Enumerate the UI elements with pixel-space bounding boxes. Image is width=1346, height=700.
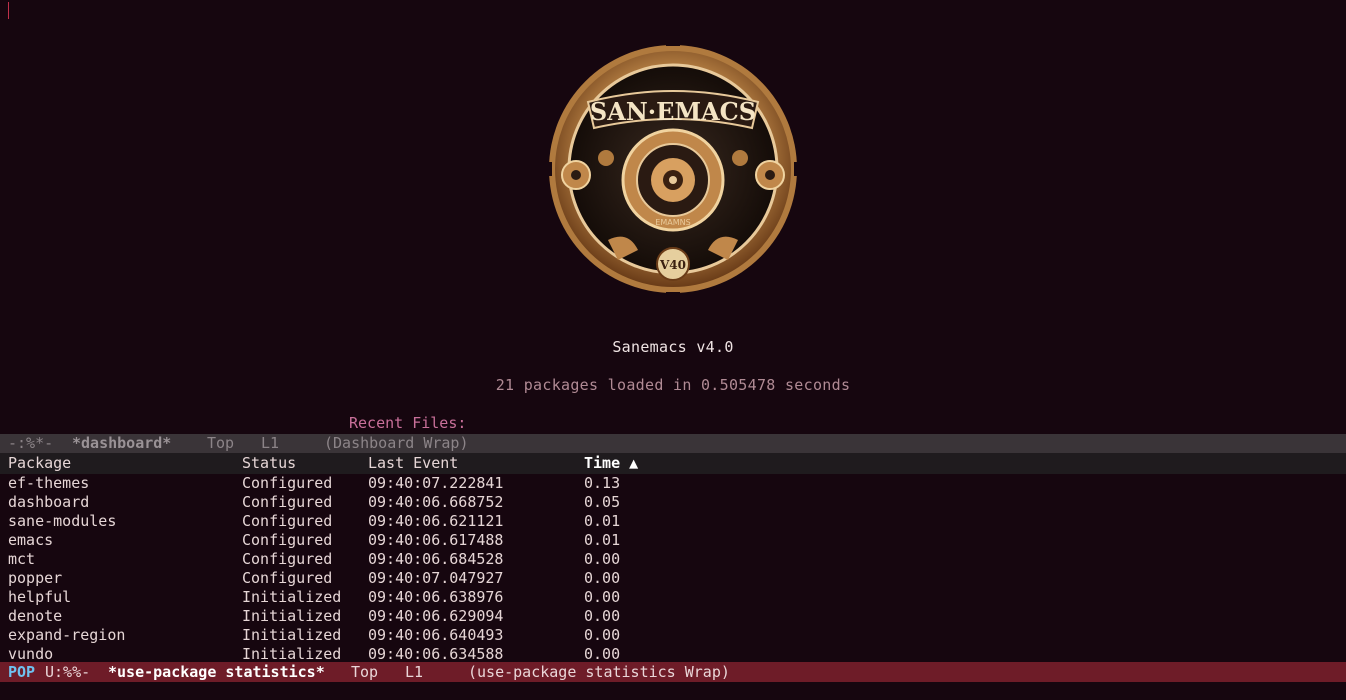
cell-time: 0.00 xyxy=(584,550,621,568)
cell-last-event: 09:40:06.640493 xyxy=(368,626,504,644)
cell-last-event: 09:40:06.684528 xyxy=(368,550,504,568)
cell-status: Configured xyxy=(242,550,333,568)
cell-time: 0.01 xyxy=(584,512,621,530)
use-package-statistics-table[interactable]: Package Status Last Event Time ▲ ef-them… xyxy=(0,453,1346,662)
cell-package: mct xyxy=(8,550,36,568)
cell-package: vundo xyxy=(8,645,54,662)
table-row[interactable]: helpful Initialized 09:40:06.638976 0.00 xyxy=(0,588,1346,607)
cell-status: Configured xyxy=(242,531,333,549)
cell-last-event: 09:40:06.668752 xyxy=(368,493,504,511)
cell-last-event: 09:40:06.621121 xyxy=(368,512,504,530)
cell-last-event: 09:40:06.629094 xyxy=(368,607,504,625)
sanemacs-logo: SAN·EMACS EMAMNS V40 xyxy=(548,40,798,298)
cell-time: 0.05 xyxy=(584,493,621,511)
column-header-last-event[interactable]: Last Event xyxy=(368,453,458,474)
table-row[interactable]: dashboard Configured 09:40:06.668752 0.05 xyxy=(0,493,1346,512)
modeline-line: L1 xyxy=(261,434,280,452)
column-header-status[interactable]: Status xyxy=(242,453,296,474)
modeline-state: U:%%- xyxy=(45,663,91,681)
modeline-major-mode[interactable]: (Dashboard Wrap) xyxy=(324,434,469,453)
cell-status: Configured xyxy=(242,493,333,511)
logo-version-badge: V40 xyxy=(659,258,686,272)
cell-last-event: 09:40:07.222841 xyxy=(368,474,504,492)
dashboard-load-summary: 21 packages loaded in 0.505478 seconds xyxy=(495,376,851,394)
table-row[interactable]: denote Initialized 09:40:06.629094 0.00 xyxy=(0,607,1346,626)
modeline-buffer-name[interactable]: *dashboard* xyxy=(72,434,171,453)
cell-last-event: 09:40:07.047927 xyxy=(368,569,504,587)
table-row[interactable]: popper Configured 09:40:07.047927 0.00 xyxy=(0,569,1346,588)
cell-package: emacs xyxy=(8,531,54,549)
modeline-position: Top xyxy=(207,434,235,452)
table-row[interactable]: sane-modules Configured 09:40:06.621121 0.0… xyxy=(0,512,1346,531)
modeline-line: L1 xyxy=(405,663,424,681)
cell-time: 0.00 xyxy=(584,588,621,606)
modeline-buffer-name[interactable]: *use-package statistics* xyxy=(108,662,325,682)
cell-last-event: 09:40:06.638976 xyxy=(368,588,504,606)
cell-time: 0.01 xyxy=(584,531,621,549)
text-cursor xyxy=(8,2,9,19)
emacs-frame: SAN·EMACS EMAMNS V40 Sanemacs v4.0 21 pa… xyxy=(0,0,1346,700)
cell-package: dashboard xyxy=(8,493,90,511)
cell-time: 0.00 xyxy=(584,626,621,644)
modeline-major-mode[interactable]: (use-package statistics Wrap) xyxy=(468,662,730,682)
popper-indicator: POP xyxy=(8,663,36,681)
cell-package: helpful xyxy=(8,588,72,606)
cell-status: Configured xyxy=(242,474,333,492)
recent-files-heading[interactable]: Recent Files: xyxy=(349,414,466,432)
cell-package: denote xyxy=(8,607,63,625)
cell-package: expand-region xyxy=(8,626,126,644)
cell-time: 0.00 xyxy=(584,607,621,625)
table-row[interactable]: vundo Initialized 09:40:06.634588 0.00 xyxy=(0,645,1346,662)
logo-ring-text: EMAMNS xyxy=(655,218,690,227)
dashboard-title: Sanemacs v4.0 xyxy=(612,338,734,356)
table-row[interactable]: mct Configured 09:40:06.684528 0.00 xyxy=(0,550,1346,569)
cell-status: Initialized xyxy=(242,588,342,606)
cell-status: Initialized xyxy=(242,607,342,625)
dashboard-window[interactable]: SAN·EMACS EMAMNS V40 Sanemacs v4.0 21 pa… xyxy=(0,0,1346,434)
column-header-time[interactable]: Time ▲ xyxy=(584,453,638,474)
modeline-position: Top xyxy=(351,663,379,681)
dashboard-mode-line[interactable]: -:%*- *dashboard* Top L1 (Dashboard Wrap) xyxy=(0,434,1346,453)
cell-time: 0.00 xyxy=(584,569,621,587)
cell-package: ef-themes xyxy=(8,474,90,492)
table-row[interactable]: expand-region Initialized 09:40:06.640493 0… xyxy=(0,626,1346,645)
table-row[interactable]: ef-themes Configured 09:40:07.222841 0.13 xyxy=(0,474,1346,493)
modeline-state: -:%*- xyxy=(8,434,54,452)
cell-package: sane-modules xyxy=(8,512,117,530)
cell-status: Configured xyxy=(242,512,333,530)
table-header: Package Status Last Event Time ▲ xyxy=(0,453,1346,474)
cell-time: 0.13 xyxy=(584,474,621,492)
logo-text: SAN·EMACS xyxy=(590,97,756,126)
cell-package: popper xyxy=(8,569,63,587)
cell-last-event: 09:40:06.634588 xyxy=(368,645,504,662)
cell-time: 0.00 xyxy=(584,645,621,662)
table-row[interactable]: emacs Configured 09:40:06.617488 0.01 xyxy=(0,531,1346,550)
statistics-mode-line[interactable]: POP U:%%- *use-package statistics* Top L1 (us… xyxy=(0,662,1346,682)
column-header-package[interactable]: Package xyxy=(8,453,71,474)
cell-status: Initialized xyxy=(242,645,342,662)
cell-status: Initialized xyxy=(242,626,342,644)
cell-last-event: 09:40:06.617488 xyxy=(368,531,504,549)
cell-status: Configured xyxy=(242,569,333,587)
